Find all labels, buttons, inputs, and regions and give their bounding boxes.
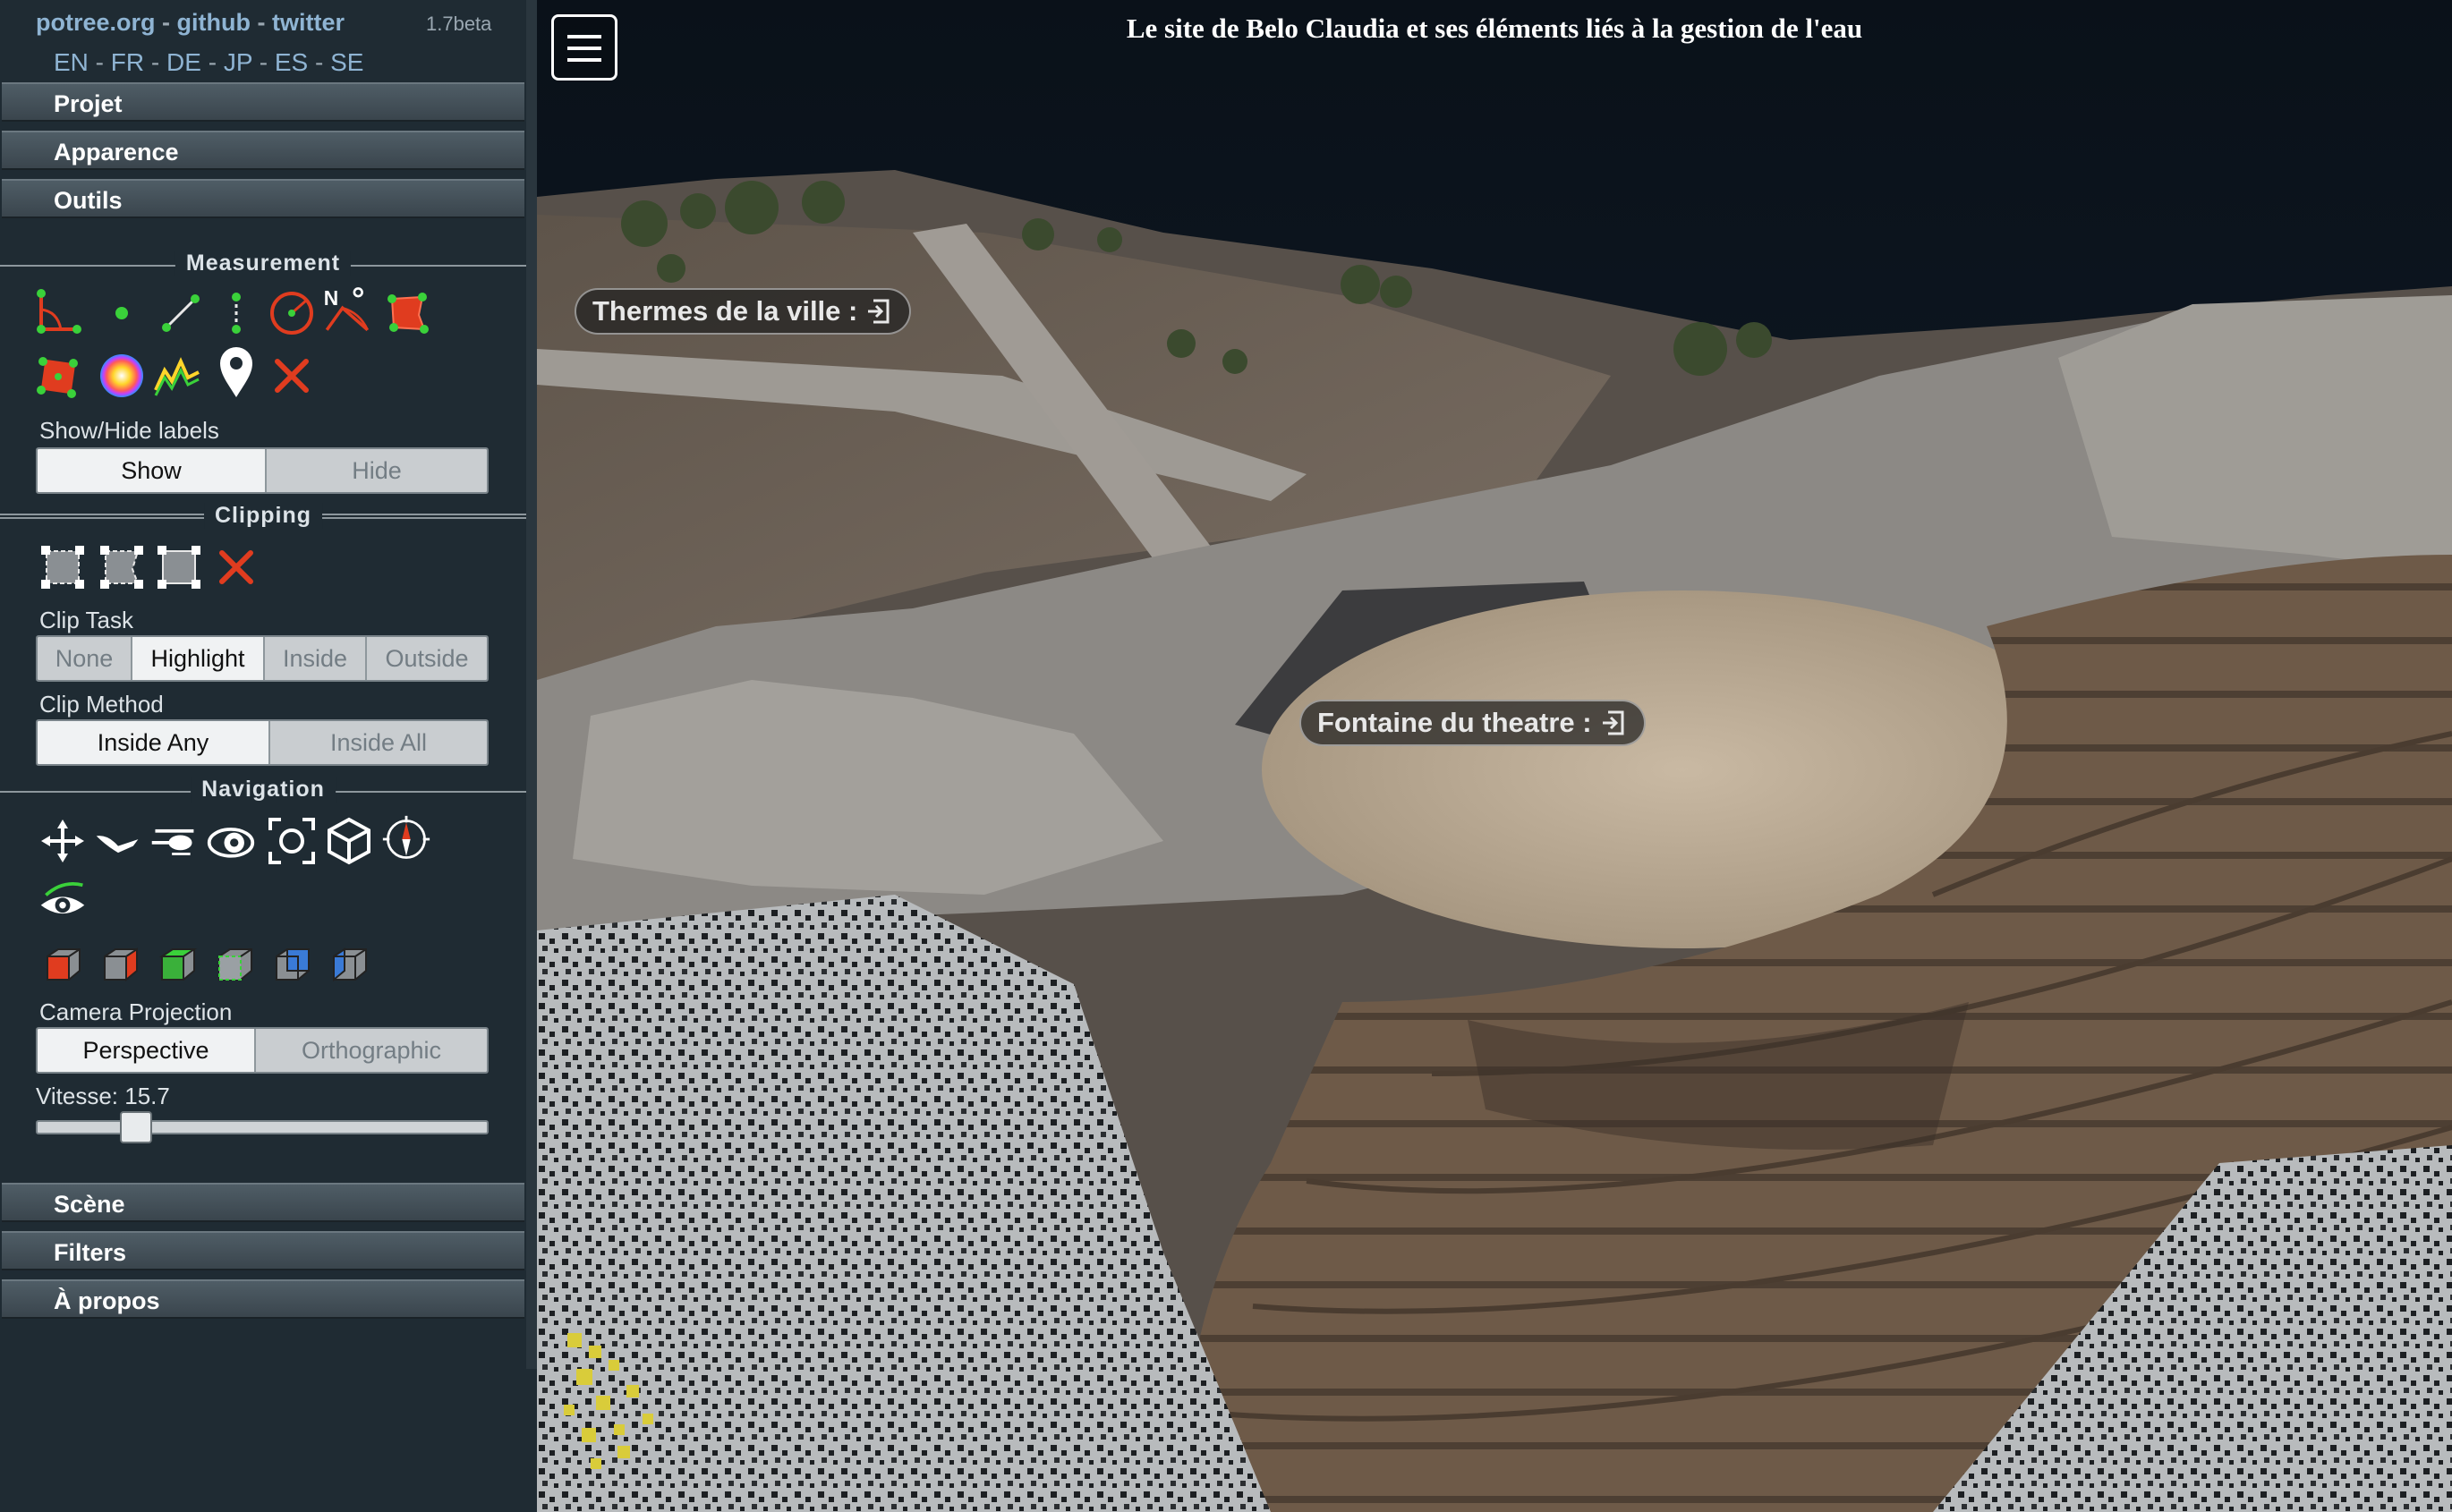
perspective-button[interactable]: Perspective (38, 1029, 256, 1072)
speed-slider-track[interactable] (36, 1120, 489, 1134)
orthographic-button[interactable]: Orthographic (256, 1029, 487, 1072)
front-view-icon[interactable] (95, 941, 145, 991)
show-hide-toggle: Show Hide (36, 447, 489, 494)
clip-volume-icon[interactable] (38, 542, 88, 592)
enter-view-icon[interactable] (1599, 709, 1628, 737)
sidebar: potree.org - github - twitter 1.7beta EN… (0, 0, 537, 1512)
earth-controls-icon[interactable] (38, 816, 88, 866)
orbit-controls-icon[interactable] (206, 816, 256, 866)
sidebar-scrollbar[interactable] (526, 0, 537, 1369)
clip-method-inside-all[interactable]: Inside All (270, 721, 487, 764)
lang-de[interactable]: DE (166, 48, 201, 76)
hide-labels-button[interactable]: Hide (267, 449, 487, 492)
clip-task-inside[interactable]: Inside (265, 637, 367, 680)
clip-task-group: None Highlight Inside Outside (36, 635, 489, 682)
azimuth-measure-icon[interactable]: N (322, 285, 372, 335)
lang-es[interactable]: ES (275, 48, 308, 76)
navigation-title: Navigation (191, 777, 336, 803)
lang-fr[interactable]: FR (111, 48, 144, 76)
version-label: 1.7beta (426, 13, 492, 35)
lang-en[interactable]: EN (54, 48, 89, 76)
clipping-section: Clipping (0, 503, 526, 529)
accordion-projet[interactable]: Projet (2, 82, 524, 122)
focus-icon[interactable] (267, 816, 317, 866)
camera-projection-label: Camera Projection (39, 998, 233, 1025)
language-links: EN - FR - DE - JP - ES - SE (54, 48, 364, 76)
twitter-link[interactable]: twitter (272, 9, 345, 36)
enter-view-icon[interactable] (864, 297, 893, 326)
compass-icon[interactable] (381, 814, 431, 864)
accordion-filters[interactable]: Filters (2, 1231, 524, 1270)
show-labels-button[interactable]: Show (38, 449, 267, 492)
clip-polygon-icon[interactable] (97, 542, 147, 592)
github-link[interactable]: github (177, 9, 251, 36)
clip-task-label: Clip Task (39, 607, 134, 633)
clip-task-highlight[interactable]: Highlight (132, 637, 265, 680)
clip-method-inside-any[interactable]: Inside Any (38, 721, 270, 764)
menu-line-bottom (567, 58, 601, 62)
menu-line-middle (567, 47, 601, 50)
remove-measurements-icon[interactable] (267, 351, 317, 401)
accordion-scene[interactable]: Scène (2, 1183, 524, 1222)
lang-jp[interactable]: JP (224, 48, 252, 76)
header-links: potree.org - github - twitter (36, 9, 345, 36)
show-hide-labels-label: Show/Hide labels (39, 417, 219, 444)
speed-slider-handle[interactable] (120, 1111, 152, 1143)
clip-task-none[interactable]: None (38, 637, 132, 680)
navigation-section: Navigation (0, 777, 526, 803)
area-measure-icon[interactable] (383, 288, 433, 338)
height-profile-icon[interactable] (152, 351, 202, 401)
angle-measure-icon[interactable] (34, 288, 84, 338)
measurement-section: Measurement (0, 251, 526, 276)
clip-method-label: Clip Method (39, 691, 164, 718)
point-cloud-scene[interactable] (537, 0, 2452, 1512)
clip-method-group: Inside Any Inside All (36, 719, 489, 766)
potree-link[interactable]: potree.org (36, 9, 156, 36)
left-view-icon[interactable] (38, 941, 88, 991)
clip-task-outside[interactable]: Outside (367, 637, 487, 680)
back-view-icon[interactable] (267, 941, 317, 991)
camera-projection-group: Perspective Orthographic (36, 1027, 489, 1074)
accordion-apparence[interactable]: Apparence (2, 131, 524, 170)
navigation-cube-icon[interactable] (324, 816, 374, 866)
annotation-thermes-label: Thermes de la ville : (592, 295, 858, 327)
circle-measure-icon[interactable] (267, 288, 317, 338)
accordion-apropos[interactable]: À propos (2, 1279, 524, 1319)
speed-label: Vitesse: 15.7 (36, 1083, 170, 1109)
show-camera-icon[interactable] (38, 877, 88, 927)
sphere-volume-icon[interactable] (97, 351, 147, 401)
distance-measure-icon[interactable] (156, 288, 206, 338)
volume-measure-icon[interactable] (34, 351, 84, 401)
accordion-outils[interactable]: Outils (2, 179, 524, 218)
bottom-view-icon[interactable] (209, 941, 260, 991)
lang-se[interactable]: SE (330, 48, 363, 76)
remove-clipping-icon[interactable] (211, 542, 261, 592)
annotation-icon[interactable] (211, 347, 261, 397)
annotation-thermes[interactable]: Thermes de la ville : (575, 288, 912, 335)
annotation-fontaine-label: Fontaine du theatre : (1317, 707, 1592, 738)
height-measure-icon[interactable] (211, 288, 261, 338)
annotation-fontaine[interactable]: Fontaine du theatre : (1299, 700, 1646, 746)
clipping-title: Clipping (204, 503, 322, 529)
right-view-icon[interactable] (324, 941, 374, 991)
point-measure-icon[interactable] (97, 288, 147, 338)
scene-title: Le site de Belo Claudia et ses éléments … (1126, 13, 1863, 44)
measurement-title: Measurement (175, 251, 352, 276)
top-view-icon[interactable] (152, 941, 202, 991)
fly-controls-icon[interactable] (93, 816, 143, 866)
clip-screen-box-icon[interactable] (154, 542, 204, 592)
point-cloud-viewer[interactable]: Le site de Belo Claudia et ses éléments … (537, 0, 2452, 1512)
svg-text:N: N (324, 286, 338, 310)
helicopter-controls-icon[interactable] (149, 816, 199, 866)
